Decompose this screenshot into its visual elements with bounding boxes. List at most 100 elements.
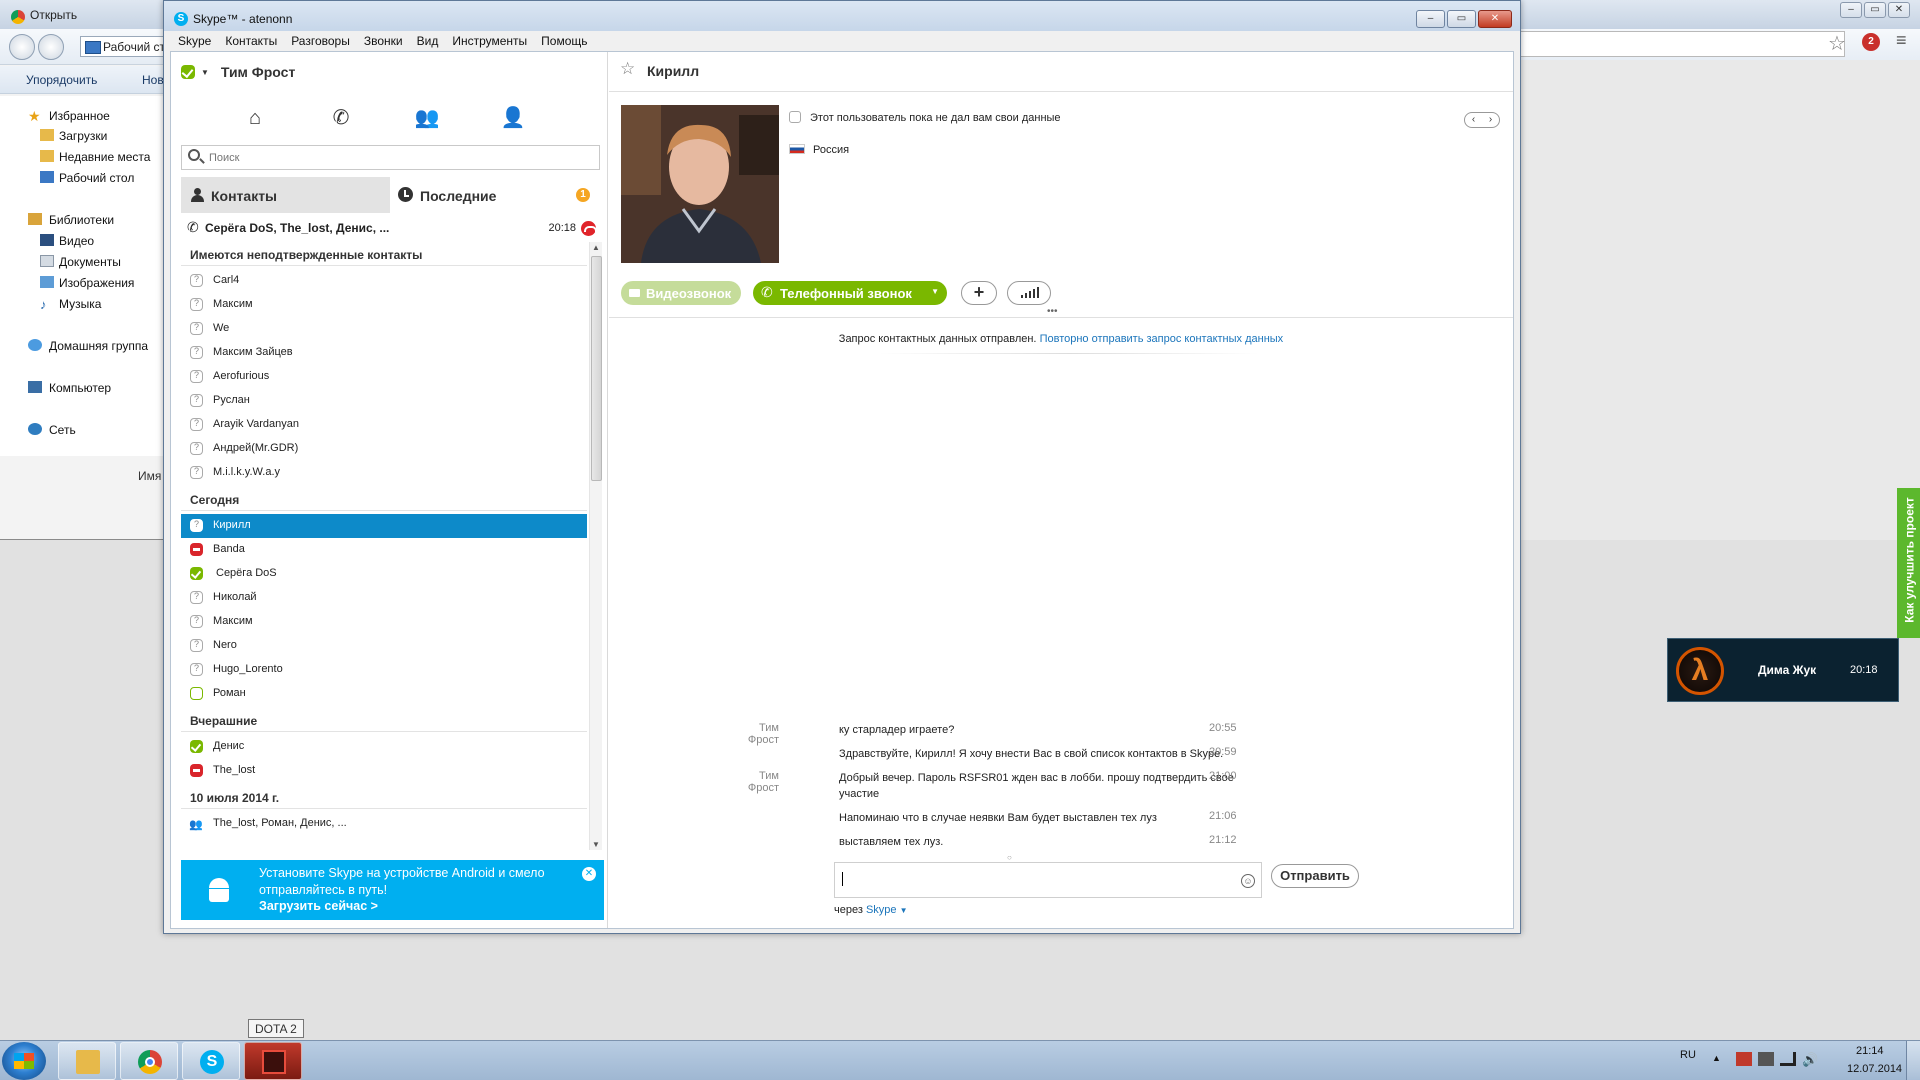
list-item[interactable]: M.i.l.k.y.W.a.y (181, 461, 587, 485)
video-call-button[interactable]: Видеозвонок (621, 281, 741, 305)
nav-documents[interactable]: Документы (59, 255, 121, 269)
nav-desktop[interactable]: Рабочий стол (59, 171, 134, 185)
recent-conversation-row[interactable]: ✆ Серёга DoS, The_lost, Денис, ... 20:18 (181, 215, 600, 241)
chevron-down-icon[interactable]: ▼ (201, 68, 209, 77)
list-item[interactable]: Arayik Vardanyan (181, 413, 587, 437)
phone-icon[interactable]: ✆ (327, 104, 355, 132)
taskbar-skype[interactable]: S (182, 1042, 240, 1080)
name-column-header[interactable]: Имя (138, 469, 161, 483)
feedback-tab[interactable]: Как улучшить проект (1897, 488, 1920, 638)
list-item[interactable]: Руслан (181, 389, 587, 413)
list-item[interactable]: We (181, 317, 587, 341)
maximize-button[interactable]: ▭ (1447, 10, 1476, 28)
menu-contacts[interactable]: Контакты (225, 31, 277, 51)
search-input[interactable] (209, 149, 589, 166)
adblock-icon[interactable]: 2 (1862, 33, 1880, 51)
scroll-up-icon[interactable]: ▲ (592, 243, 600, 252)
emoticon-icon[interactable]: ☺ (1241, 874, 1255, 888)
my-name[interactable]: Тим Фрост (221, 64, 295, 80)
tab-recent[interactable]: Последние 1 (390, 177, 600, 213)
nav-favorites[interactable]: Избранное (49, 109, 110, 123)
maximize-icon[interactable]: ▭ (1864, 2, 1886, 18)
show-hidden-icons[interactable]: ▲ (1712, 1053, 1721, 1063)
show-desktop-button[interactable] (1906, 1041, 1920, 1080)
list-item[interactable]: Максим Зайцев (181, 341, 587, 365)
bookmark-star-icon[interactable]: ☆ (1828, 31, 1846, 56)
group-icon[interactable]: 👥 (413, 104, 441, 132)
taskbar-explorer[interactable] (58, 1042, 116, 1080)
nav-images[interactable]: Изображения (59, 276, 134, 290)
clock-date[interactable]: 12.07.2014 (1847, 1063, 1902, 1075)
chrome-menu-icon[interactable]: ≡ (1896, 30, 1907, 51)
list-item[interactable]: Nero (181, 634, 587, 658)
nav-music[interactable]: Музыка (59, 297, 101, 311)
resend-request-link[interactable]: Повторно отправить запрос контактных дан… (1040, 333, 1284, 345)
chrome-url-bar[interactable] (1515, 31, 1845, 57)
menu-conversations[interactable]: Разговоры (291, 31, 350, 51)
nav-libraries[interactable]: Библиотеки (49, 213, 114, 227)
address-bar[interactable]: Рабочий стол (80, 36, 170, 57)
chevron-left-icon[interactable]: ‹ (1465, 113, 1482, 127)
call-quality-button[interactable] (1007, 281, 1051, 305)
volume-icon[interactable]: 🔊 (1802, 1052, 1818, 1067)
list-item[interactable]: Максим (181, 293, 587, 317)
resize-dots-handle[interactable]: ••• (1047, 306, 1058, 317)
tray-app-icon[interactable] (1758, 1052, 1774, 1066)
list-item[interactable]: The_lost (181, 759, 587, 783)
list-item[interactable]: Hugo_Lorento (181, 658, 587, 682)
search-box[interactable] (181, 145, 600, 170)
list-item[interactable]: Андрей(Mr.GDR) (181, 437, 587, 461)
list-item[interactable]: Николай (181, 586, 587, 610)
list-item[interactable]: 👥 The_lost, Роман, Денис, ... (181, 812, 587, 836)
nav-computer[interactable]: Компьютер (49, 381, 111, 395)
forward-button[interactable] (38, 34, 64, 60)
list-item[interactable]: Banda (181, 538, 587, 562)
menu-tools[interactable]: Инструменты (452, 31, 527, 51)
chevron-down-icon[interactable]: ▼ (900, 906, 908, 915)
close-icon[interactable]: ✕ (1888, 2, 1910, 18)
nav-video[interactable]: Видео (59, 234, 94, 248)
menu-view[interactable]: Вид (417, 31, 439, 51)
android-promo-banner[interactable]: Установите Skype на устройстве Android и… (181, 860, 604, 920)
minimize-button[interactable]: – (1416, 10, 1445, 28)
phone-call-button[interactable]: ✆ Телефонный звонок ▼ (753, 281, 947, 305)
list-item[interactable]: Максим (181, 610, 587, 634)
contact-list-scrollbar[interactable]: ▲ ▼ (589, 242, 602, 850)
back-button[interactable] (9, 34, 35, 60)
game-notification[interactable]: λ Дима Жук 20:18 (1667, 638, 1899, 702)
clock-time[interactable]: 21:14 (1856, 1045, 1884, 1057)
menu-calls[interactable]: Звонки (364, 31, 403, 51)
promo-download-link[interactable]: Загрузить сейчас > (259, 899, 378, 913)
list-item-selected[interactable]: Кирилл (181, 514, 587, 538)
message-input[interactable]: ☺ (834, 862, 1262, 898)
scroll-down-icon[interactable]: ▼ (592, 840, 600, 849)
organize-button[interactable]: Упорядочить (26, 73, 97, 87)
nav-downloads[interactable]: Загрузки (59, 129, 107, 143)
list-item[interactable]: Денис (181, 735, 587, 759)
list-item[interactable]: Carl4 (181, 269, 587, 293)
signal-icon[interactable] (1780, 1052, 1796, 1066)
taskbar-chrome[interactable] (120, 1042, 178, 1080)
taskbar-dota2[interactable] (244, 1042, 302, 1080)
menu-skype[interactable]: Skype (178, 31, 211, 51)
list-item[interactable]: Серёга DoS (181, 562, 587, 586)
send-button[interactable]: Отправить (1271, 864, 1359, 888)
favorite-star-icon[interactable]: ☆ (620, 59, 635, 79)
chevron-down-icon[interactable]: ▼ (931, 287, 939, 296)
close-icon[interactable]: ✕ (582, 867, 596, 881)
via-selector[interactable]: Skype (866, 904, 897, 916)
nav-homegroup[interactable]: Домашняя группа (49, 339, 148, 353)
tab-contacts[interactable]: Контакты (181, 177, 390, 213)
my-profile[interactable]: ▼ Тим Фрост (181, 62, 295, 82)
list-item[interactable]: Роман (181, 682, 587, 706)
scrollbar-thumb[interactable] (591, 256, 602, 481)
list-item[interactable]: Aerofurious (181, 365, 587, 389)
nav-network[interactable]: Сеть (49, 423, 76, 437)
menu-help[interactable]: Помощь (541, 31, 587, 51)
online-status-icon[interactable] (181, 65, 195, 79)
network-warning-icon[interactable] (1736, 1052, 1752, 1066)
start-button[interactable] (2, 1042, 46, 1080)
nav-recent-places[interactable]: Недавние места (59, 150, 150, 164)
home-icon[interactable]: ⌂ (241, 104, 269, 132)
language-indicator[interactable]: RU (1680, 1049, 1696, 1061)
